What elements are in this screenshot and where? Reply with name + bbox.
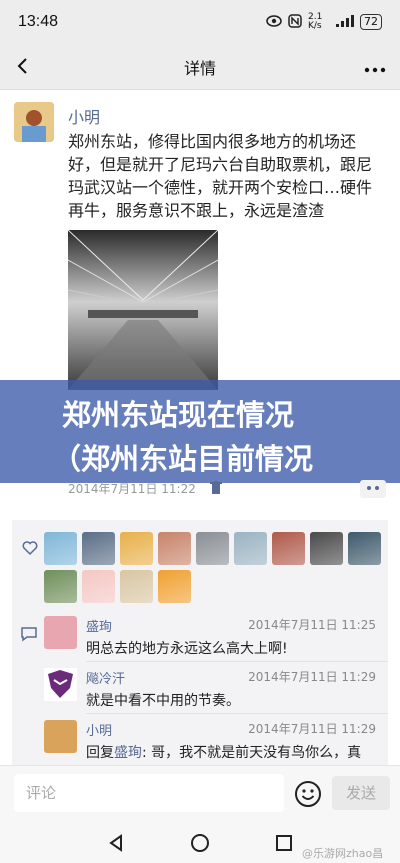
- emoji-button[interactable]: [294, 780, 322, 808]
- comment-text: 就是中看不中用的节奏。: [86, 693, 240, 709]
- post-meta: 2014年7月11日 11:22: [68, 480, 222, 497]
- author-name[interactable]: 小明: [68, 104, 100, 128]
- commenter-avatar[interactable]: [44, 616, 77, 649]
- liker-avatar[interactable]: [82, 532, 115, 565]
- comment-divider: [86, 661, 388, 662]
- comment-text: 回复盛珣: 哥，我不就是前天没有鸟你么，真: [86, 742, 386, 762]
- liker-avatar[interactable]: [196, 532, 229, 565]
- chevron-left-icon: [17, 58, 27, 74]
- comment-text: 明总去的地方永远这么高大上啊!: [86, 641, 288, 657]
- liker-avatar[interactable]: [120, 532, 153, 565]
- comment-divider: [86, 713, 388, 714]
- headline-overlay: 郑州东站现在情况 （郑州东站目前情况: [0, 380, 400, 483]
- send-button[interactable]: 发送: [332, 776, 390, 810]
- more-icon: [364, 67, 386, 73]
- reply-body: : 哥，我不就是前天没有鸟你么，真: [142, 745, 362, 761]
- liker-avatar[interactable]: [234, 532, 267, 565]
- delete-button[interactable]: [209, 480, 222, 497]
- commenter-avatar[interactable]: [44, 668, 77, 701]
- liker-avatar[interactable]: [44, 570, 77, 603]
- signal-icon: [336, 14, 354, 30]
- commenter-name[interactable]: 盛珣: [86, 616, 112, 635]
- eye-icon: [266, 14, 282, 30]
- back-button[interactable]: [10, 52, 38, 80]
- headline-line-1: 郑州东站现在情况: [62, 398, 295, 432]
- commenter-name[interactable]: 小明: [86, 720, 112, 739]
- page-title: 详情: [183, 58, 216, 78]
- liker-avatar[interactable]: [310, 532, 343, 565]
- liker-avatars: [44, 532, 388, 603]
- likes-comments-panel: 盛珣 2014年7月11日 11:25 明总去的地方永远这么高大上啊! 飚冷汗 …: [12, 520, 388, 765]
- commenter-name[interactable]: 飚冷汗: [86, 668, 125, 687]
- liker-avatar[interactable]: [82, 570, 115, 603]
- watermark: @乐游网zhao昌: [302, 847, 384, 860]
- comment-input-bar: 评论 发送: [0, 765, 400, 823]
- liker-avatar[interactable]: [158, 570, 191, 603]
- recents-square-icon[interactable]: [274, 833, 294, 853]
- trash-icon: [209, 480, 222, 494]
- comment-time: 2014年7月11日 11:29: [248, 722, 376, 736]
- back-triangle-icon[interactable]: [106, 833, 126, 853]
- headline-line-2: （郑州东站目前情况: [52, 442, 314, 476]
- heart-icon: [22, 541, 38, 556]
- home-circle-icon[interactable]: [190, 833, 210, 853]
- more-options-button[interactable]: [364, 54, 386, 78]
- commenter-avatar[interactable]: [44, 720, 77, 753]
- post-photo[interactable]: [68, 230, 218, 390]
- liker-avatar[interactable]: [120, 570, 153, 603]
- post-timestamp: 2014年7月11日 11:22: [68, 482, 196, 496]
- liker-avatar[interactable]: [158, 532, 191, 565]
- comment-time: 2014年7月11日 11:29: [248, 670, 376, 684]
- reply-to-name[interactable]: 盛珣: [114, 745, 142, 761]
- reply-prefix: 回复: [86, 745, 114, 761]
- comment-icon: [21, 627, 37, 642]
- status-icons: 2.1 K/s 72: [266, 13, 382, 31]
- liker-avatar[interactable]: [348, 532, 381, 565]
- comment-input[interactable]: 评论: [14, 774, 284, 812]
- status-bar: 13:48 2.1 K/s 72: [0, 0, 400, 44]
- top-nav-bar: 详情: [0, 44, 400, 90]
- liker-avatar[interactable]: [272, 532, 305, 565]
- post-text: 郑州东站，修得比国内很多地方的机场还好，但是就开了尼玛六台自助取票机，跟尼玛武汉…: [68, 132, 373, 220]
- author-avatar[interactable]: [14, 102, 54, 142]
- battery-indicator: 72: [360, 14, 382, 30]
- like-comment-toggle[interactable]: [360, 480, 386, 498]
- nfc-icon: [288, 13, 302, 31]
- net-speed: 2.1 K/s: [308, 12, 323, 31]
- liker-avatar[interactable]: [44, 532, 77, 565]
- comment-time: 2014年7月11日 11:25: [248, 618, 376, 632]
- status-time: 13:48: [18, 13, 59, 30]
- two-dots-icon: [367, 486, 379, 490]
